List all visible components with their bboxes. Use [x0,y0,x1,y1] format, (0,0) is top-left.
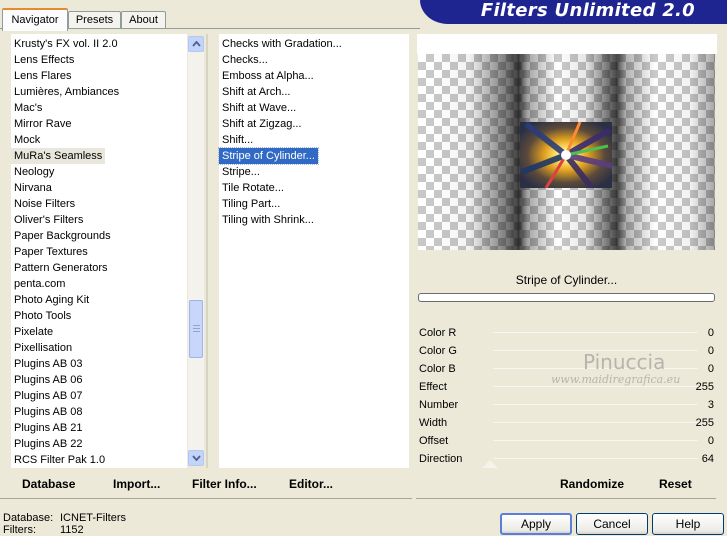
category-item[interactable]: Lens Flares [11,68,74,84]
filter-item[interactable]: Stripe... [219,164,263,180]
param-slider[interactable] [493,404,698,405]
param-row[interactable]: Color R 0 [418,324,716,342]
param-value: 3 [707,399,714,411]
filter-item[interactable]: Shift... [219,132,256,148]
filter-name-label: Stripe of Cylinder... [515,273,618,287]
watermark-url: www.maidiregrafica.eu [551,373,681,386]
status-database-label: Database: [3,512,54,524]
reset-button[interactable]: Reset [659,475,692,493]
category-item[interactable]: Plugins AB 06 [11,372,86,388]
filter-info-button[interactable]: Filter Info... [192,475,257,493]
category-item[interactable]: Mock [11,132,43,148]
tab-navigator[interactable]: Navigator [2,8,68,31]
param-value: 255 [695,381,714,393]
category-item[interactable]: MuRa's Seamless [11,148,106,164]
import-button[interactable]: Import... [113,475,160,493]
category-item[interactable]: Photo Tools [11,308,74,324]
param-label: Effect [419,381,447,393]
category-item[interactable]: Nirvana [11,180,55,196]
burst-image [520,122,612,188]
tab-presets[interactable]: Presets [68,11,121,29]
filter-list[interactable]: Checks with Gradation... Checks... Emboss … [218,34,409,468]
editor-button[interactable]: Editor... [289,475,333,493]
param-label: Direction [419,453,463,465]
category-item[interactable]: Pattern Generators [11,260,111,276]
category-item[interactable]: Neology [11,164,57,180]
scroll-thumb[interactable] [189,300,203,358]
param-value: 0 [707,345,714,357]
preview-top-area [417,34,717,54]
filter-item[interactable]: Shift at Wave... [219,100,299,116]
param-label: Number [419,399,459,411]
param-row[interactable]: Number 3 [418,396,716,414]
param-slider[interactable] [493,422,698,423]
filter-item[interactable]: Shift at Zigzag... [219,116,304,132]
title-banner: Filters Unlimited 2.0 [420,0,727,24]
param-row[interactable]: Direction 64 [418,450,716,468]
category-item[interactable]: Plugins AB 08 [11,404,86,420]
param-label: Offset [419,435,449,447]
filter-item[interactable]: Checks with Gradation... [219,36,345,52]
category-item[interactable]: Mac's [11,100,45,116]
category-item[interactable]: Lumières, Ambiances [11,84,122,100]
list-divider [206,34,208,468]
param-value: 255 [695,417,714,429]
watermark-title: Pinuccia [583,350,666,374]
preview-image [418,54,715,250]
param-value: 0 [707,363,714,375]
tab-about[interactable]: About [121,11,166,29]
category-item[interactable]: Pixellisation [11,340,75,356]
category-item[interactable]: Paper Textures [11,244,91,260]
param-value: 0 [707,327,714,339]
category-item[interactable]: Oliver's Filters [11,212,86,228]
filter-item[interactable]: Checks... [219,52,271,68]
param-label: Color B [419,363,456,375]
scroll-down-button[interactable] [188,450,204,466]
category-item[interactable]: Lens Effects [11,52,77,68]
progress-bar [418,293,715,302]
param-row[interactable]: Color G 0 [418,342,716,360]
banner-title: Filters Unlimited 2.0 [480,0,695,21]
param-row[interactable]: Width 255 [418,414,716,432]
param-slider[interactable] [493,386,698,387]
status-filters-value: 1152 [60,524,84,536]
chevron-up-icon [191,41,201,47]
filter-item[interactable]: Tiling with Shrink... [219,212,317,228]
category-item[interactable]: Paper Backgrounds [11,228,114,244]
category-item[interactable]: penta.com [11,276,68,292]
category-item[interactable]: Mirror Rave [11,116,74,132]
filter-item[interactable]: Tile Rotate... [219,180,287,196]
param-slider[interactable] [493,332,698,333]
category-item[interactable]: Plugins AB 03 [11,356,86,372]
category-item[interactable]: Plugins AB 21 [11,420,86,436]
category-item[interactable]: Plugins AB 22 [11,436,86,452]
scroll-up-button[interactable] [188,36,204,52]
category-scrollbar[interactable] [188,36,204,466]
chevron-down-icon [191,455,201,461]
category-item[interactable]: RCS Filter Pak 1.0 [11,452,108,468]
filter-item[interactable]: Emboss at Alpha... [219,68,317,84]
category-item[interactable]: Photo Aging Kit [11,292,92,308]
param-row[interactable]: Offset 0 [418,432,716,450]
category-item[interactable]: Pixelate [11,324,56,340]
param-slider[interactable] [493,440,698,441]
param-label: Color R [419,327,457,339]
param-slider[interactable] [493,458,698,459]
param-label: Width [419,417,448,429]
param-value: 0 [707,435,714,447]
status-database-value: ICNET-Filters [60,512,126,524]
filter-item[interactable]: Tiling Part... [219,196,283,212]
status-filters-label: Filters: [3,524,36,536]
param-label: Color G [419,345,457,357]
filter-item[interactable]: Stripe of Cylinder... [218,147,319,165]
category-item[interactable]: Noise Filters [11,196,78,212]
param-value: 64 [701,453,714,465]
category-item[interactable]: Krusty's FX vol. II 2.0 [11,36,121,52]
category-list[interactable]: Krusty's FX vol. II 2.0 Lens Effects Lens … [11,34,187,468]
randomize-button[interactable]: Randomize [560,475,624,493]
filter-item[interactable]: Shift at Arch... [219,84,293,100]
database-button[interactable]: Database [22,475,75,493]
category-item[interactable]: Plugins AB 07 [11,388,86,404]
